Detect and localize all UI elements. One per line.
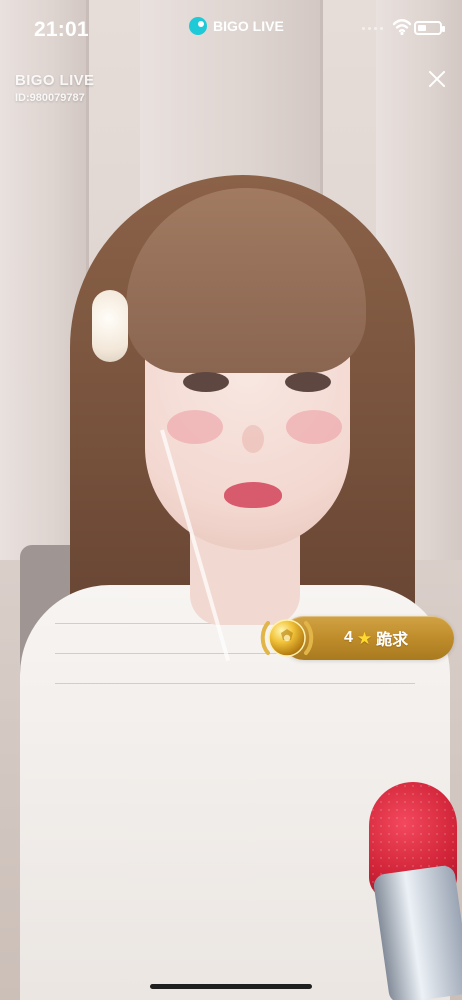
battery-icon [414,21,445,35]
star-icon: ★ [356,628,373,648]
signal-icon [362,27,384,33]
gift-count: 4 [344,629,353,646]
bigo-live-watermark: BIGO LIVE ID:980079787 [15,72,94,104]
status-app-indicator: BIGO LIVE [189,14,284,38]
left-eye [183,372,229,392]
wifi-icon [392,19,412,36]
live-video-stream [0,0,462,1000]
streamer-id: ID:980079787 [15,92,85,104]
gift-request-button[interactable]: 4 ★ 跪求 [258,614,454,662]
status-bar: 21:01 BIGO LIVE [0,0,462,56]
close-button[interactable] [426,68,448,90]
right-eye [285,372,331,392]
home-indicator [150,984,312,989]
right-blush [286,410,342,444]
gift-request-text: 4 ★ 跪求 [344,626,408,650]
status-app-name: BIGO LIVE [213,18,284,34]
hair-flower [92,290,128,362]
battery-level [418,25,427,31]
left-blush [167,410,223,444]
lace-pattern-line [55,683,415,684]
nose [242,425,264,453]
watermark-brand: BIGO LIVE [15,72,95,89]
soccer-medal-icon [260,619,314,657]
mouth [224,482,282,508]
bigo-live-logo-icon [189,17,207,35]
gift-label: 跪求 [376,632,409,649]
status-time: 21:01 [34,18,89,41]
